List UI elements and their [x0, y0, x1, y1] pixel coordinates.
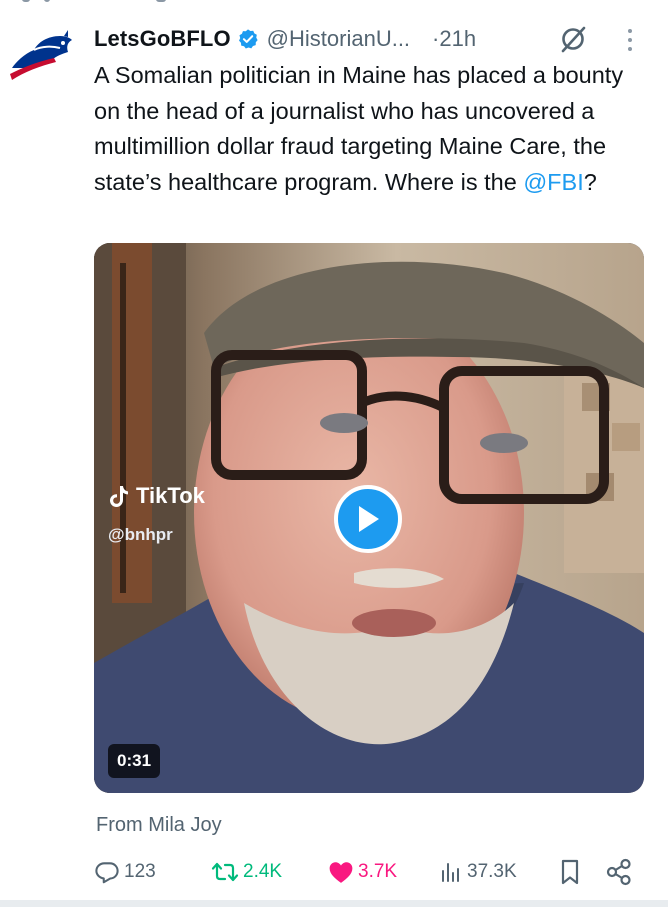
reply-icon	[95, 862, 119, 884]
post-text: A Somalian politician in Maine has place…	[94, 58, 654, 200]
tiktok-handle: @bnhpr	[108, 525, 173, 544]
views-button[interactable]: 37.3K	[439, 856, 517, 888]
media-attribution[interactable]: From Mila Joy	[96, 814, 222, 837]
repost-count: 2.4K	[243, 861, 283, 882]
share-button[interactable]	[606, 856, 636, 888]
author-handle[interactable]: @HistorianU...	[267, 26, 410, 52]
video-duration: 0:31	[108, 744, 161, 778]
share-icon	[606, 858, 631, 886]
buffalo-logo-icon	[10, 30, 72, 80]
reply-button[interactable]: 123	[94, 856, 156, 888]
video-player[interactable]: TikTok @bnhpr 0:31	[94, 243, 644, 793]
like-button[interactable]: 3.7K	[328, 856, 397, 888]
view-count: 37.3K	[467, 861, 517, 882]
author-display-name[interactable]: LetsGoBFLO	[94, 26, 231, 52]
post-header: LetsGoBFLO @HistorianU... ·21h	[94, 22, 476, 56]
repost-button[interactable]: 2.4K	[211, 856, 282, 888]
bookmark-icon	[561, 859, 579, 885]
bookmark-button[interactable]	[558, 856, 586, 888]
post-timestamp[interactable]: ·21h	[432, 26, 476, 52]
post-divider	[0, 900, 668, 907]
tiktok-watermark: TikTok	[108, 483, 205, 509]
tiktok-logo-icon	[110, 486, 128, 507]
author-avatar[interactable]	[6, 24, 76, 94]
tiktok-brand-text: TikTok	[136, 483, 205, 508]
verified-badge-icon	[238, 29, 258, 49]
repost-icon	[211, 862, 239, 882]
fragment	[22, 0, 30, 2]
reply-count: 123	[124, 861, 156, 882]
more-options-icon[interactable]	[622, 26, 638, 54]
play-button[interactable]	[334, 485, 402, 553]
time-value: 21h	[439, 26, 477, 51]
play-icon	[359, 506, 379, 532]
previous-post-edge	[0, 0, 668, 10]
grok-icon[interactable]	[558, 24, 588, 54]
mention-link[interactable]: @FBI	[523, 169, 583, 195]
like-count: 3.7K	[358, 861, 398, 882]
fragment	[156, 0, 166, 2]
views-chart-icon	[442, 863, 459, 882]
post-text-end: ?	[583, 168, 597, 195]
fragment	[44, 0, 50, 2]
heart-filled-icon	[329, 862, 353, 883]
action-bar: 123 2.4K 3.7K 37.3K	[94, 856, 644, 888]
